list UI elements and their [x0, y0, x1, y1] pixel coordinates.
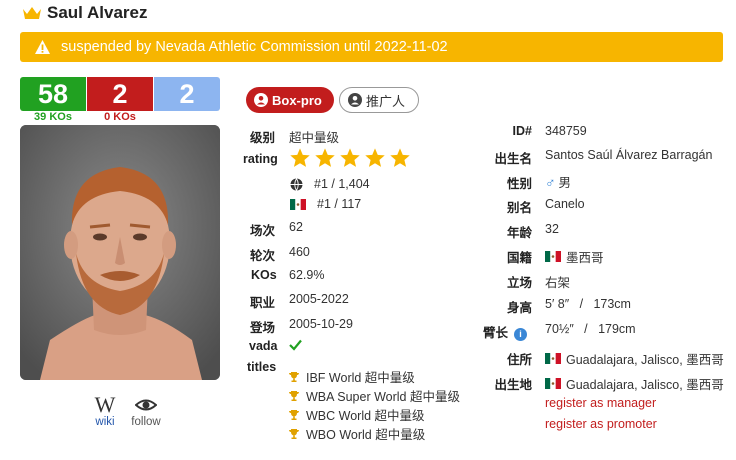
losses-ko: 0 KOs [104, 111, 136, 123]
draws-count: 2 [154, 77, 220, 111]
age-value: 32 [545, 222, 559, 236]
nationality-field: 墨西哥 [545, 247, 604, 266]
career-value: 2005-2022 [289, 292, 349, 306]
stance-label: 立场 [506, 276, 532, 290]
nationality-label: 国籍 [506, 251, 532, 265]
info-icon[interactable]: i [514, 327, 527, 341]
country-rank-value: #1 / 117 [317, 197, 362, 211]
title-item[interactable]: IBF World 超中量级 [288, 367, 415, 386]
losses-count: 2 [87, 77, 153, 111]
rounds-value: 460 [289, 245, 310, 259]
alias-value: Canelo [545, 197, 585, 211]
world-rank[interactable]: #1 / 1,404 [290, 177, 370, 191]
reach-value: 70½″ / 179cm [545, 322, 636, 336]
check-icon [289, 339, 302, 351]
height-value: 5′ 8″ / 173cm [545, 297, 631, 311]
bouts-label: 场次 [250, 224, 276, 238]
title-text: WBO World 超中量级 [306, 428, 426, 442]
title-item[interactable]: WBA Super World 超中量级 [288, 386, 460, 405]
sex-value: 男 [558, 176, 572, 190]
warning-icon [35, 40, 50, 54]
kos-value: 62.9% [289, 268, 325, 282]
age-label: 年龄 [506, 226, 532, 240]
title-text: WBC World 超中量级 [306, 409, 425, 423]
debut-label: 登场 [250, 321, 276, 335]
wins-ko: 39 KOs [34, 111, 72, 123]
title-item[interactable]: WBO World 超中量级 [288, 424, 425, 443]
trophy-icon [289, 428, 299, 439]
star-icon [315, 148, 335, 167]
star-icon [365, 148, 385, 167]
debut-value: 2005-10-29 [289, 317, 353, 331]
residence-value: Guadalajara, Jalisco, 墨西哥 [566, 353, 724, 367]
birthplace-value: Guadalajara, Jalisco, 墨西哥 [566, 378, 724, 392]
birthplace-field[interactable]: Guadalajara, Jalisco, 墨西哥 [545, 374, 724, 393]
rating-stars [289, 147, 411, 169]
height-label: 身高 [506, 301, 532, 315]
trophy-icon [289, 371, 299, 382]
world-rank-value: #1 / 1,404 [314, 177, 370, 191]
reach-label-wrap: 臂长 i [472, 322, 527, 341]
title-text: WBA Super World 超中量级 [306, 390, 460, 404]
mexico-flag-icon [290, 198, 306, 210]
crown-icon [23, 7, 41, 19]
mexico-flag-icon [545, 353, 561, 364]
residence-field[interactable]: Guadalajara, Jalisco, 墨西哥 [545, 349, 724, 368]
sex-label: 性别 [506, 177, 532, 191]
mexico-flag-icon [545, 378, 561, 389]
alert-text: suspended by Nevada Athletic Commission … [61, 39, 448, 55]
alias-label: 别名 [506, 201, 532, 215]
user-icon [254, 93, 268, 107]
promoter-tag[interactable]: 推广人 [339, 87, 419, 113]
title-item[interactable]: WBC World 超中量级 [288, 405, 425, 424]
register-promoter-link[interactable]: register as promoter [545, 417, 657, 431]
division-label: 级别 [250, 131, 276, 145]
id-label: ID# [512, 124, 532, 138]
vada-label: vada [249, 339, 278, 353]
follow-button[interactable]: follow [128, 394, 164, 428]
trophy-icon [289, 409, 299, 420]
nationality-value: 墨西哥 [566, 251, 604, 265]
bouts-value: 62 [289, 220, 303, 234]
suspension-alert: suspended by Nevada Athletic Commission … [20, 32, 723, 62]
boxer-name: Saul Alvarez [47, 3, 148, 22]
promoter-label: 推广人 [366, 93, 406, 109]
page-title: Saul Alvarez [22, 2, 147, 24]
star-icon [290, 148, 310, 167]
wiki-link[interactable]: W wiki [92, 392, 118, 429]
boxer-photo [20, 125, 220, 380]
residence-label: 住所 [506, 353, 532, 367]
wins-count: 58 [20, 77, 86, 111]
box-pro-label: Box-pro [272, 92, 322, 108]
titles-label: titles [247, 360, 277, 374]
star-icon [390, 148, 410, 167]
sex-field: ♂ 男 [545, 172, 571, 191]
user-icon [348, 93, 362, 107]
birthname-value: Santos Saúl Álvarez Barragán [545, 148, 713, 162]
reach-label: 臂长 [482, 326, 508, 340]
rating-label: rating [243, 152, 278, 166]
globe-icon [290, 177, 303, 191]
male-icon: ♂ [545, 173, 556, 190]
birthplace-label: 出生地 [494, 378, 532, 392]
mexico-flag-icon [545, 251, 561, 262]
star-icon [340, 148, 360, 167]
follow-label: follow [131, 416, 161, 428]
country-rank[interactable]: #1 / 117 [290, 197, 361, 211]
wikipedia-icon: W [94, 392, 116, 417]
wiki-label: wiki [95, 416, 115, 428]
division-value: 超中量级 [289, 131, 340, 145]
title-text: IBF World 超中量级 [306, 371, 415, 385]
kos-label: KOs [251, 268, 277, 282]
stance-value: 右架 [545, 276, 571, 290]
career-label: 职业 [250, 296, 276, 310]
box-pro-tag[interactable]: Box-pro [246, 87, 334, 113]
eye-icon [135, 399, 157, 411]
rounds-label: 轮次 [250, 249, 276, 263]
register-manager-link[interactable]: register as manager [545, 396, 656, 410]
trophy-icon [289, 390, 299, 401]
id-value: 348759 [545, 124, 587, 138]
birthname-label: 出生名 [494, 152, 532, 166]
